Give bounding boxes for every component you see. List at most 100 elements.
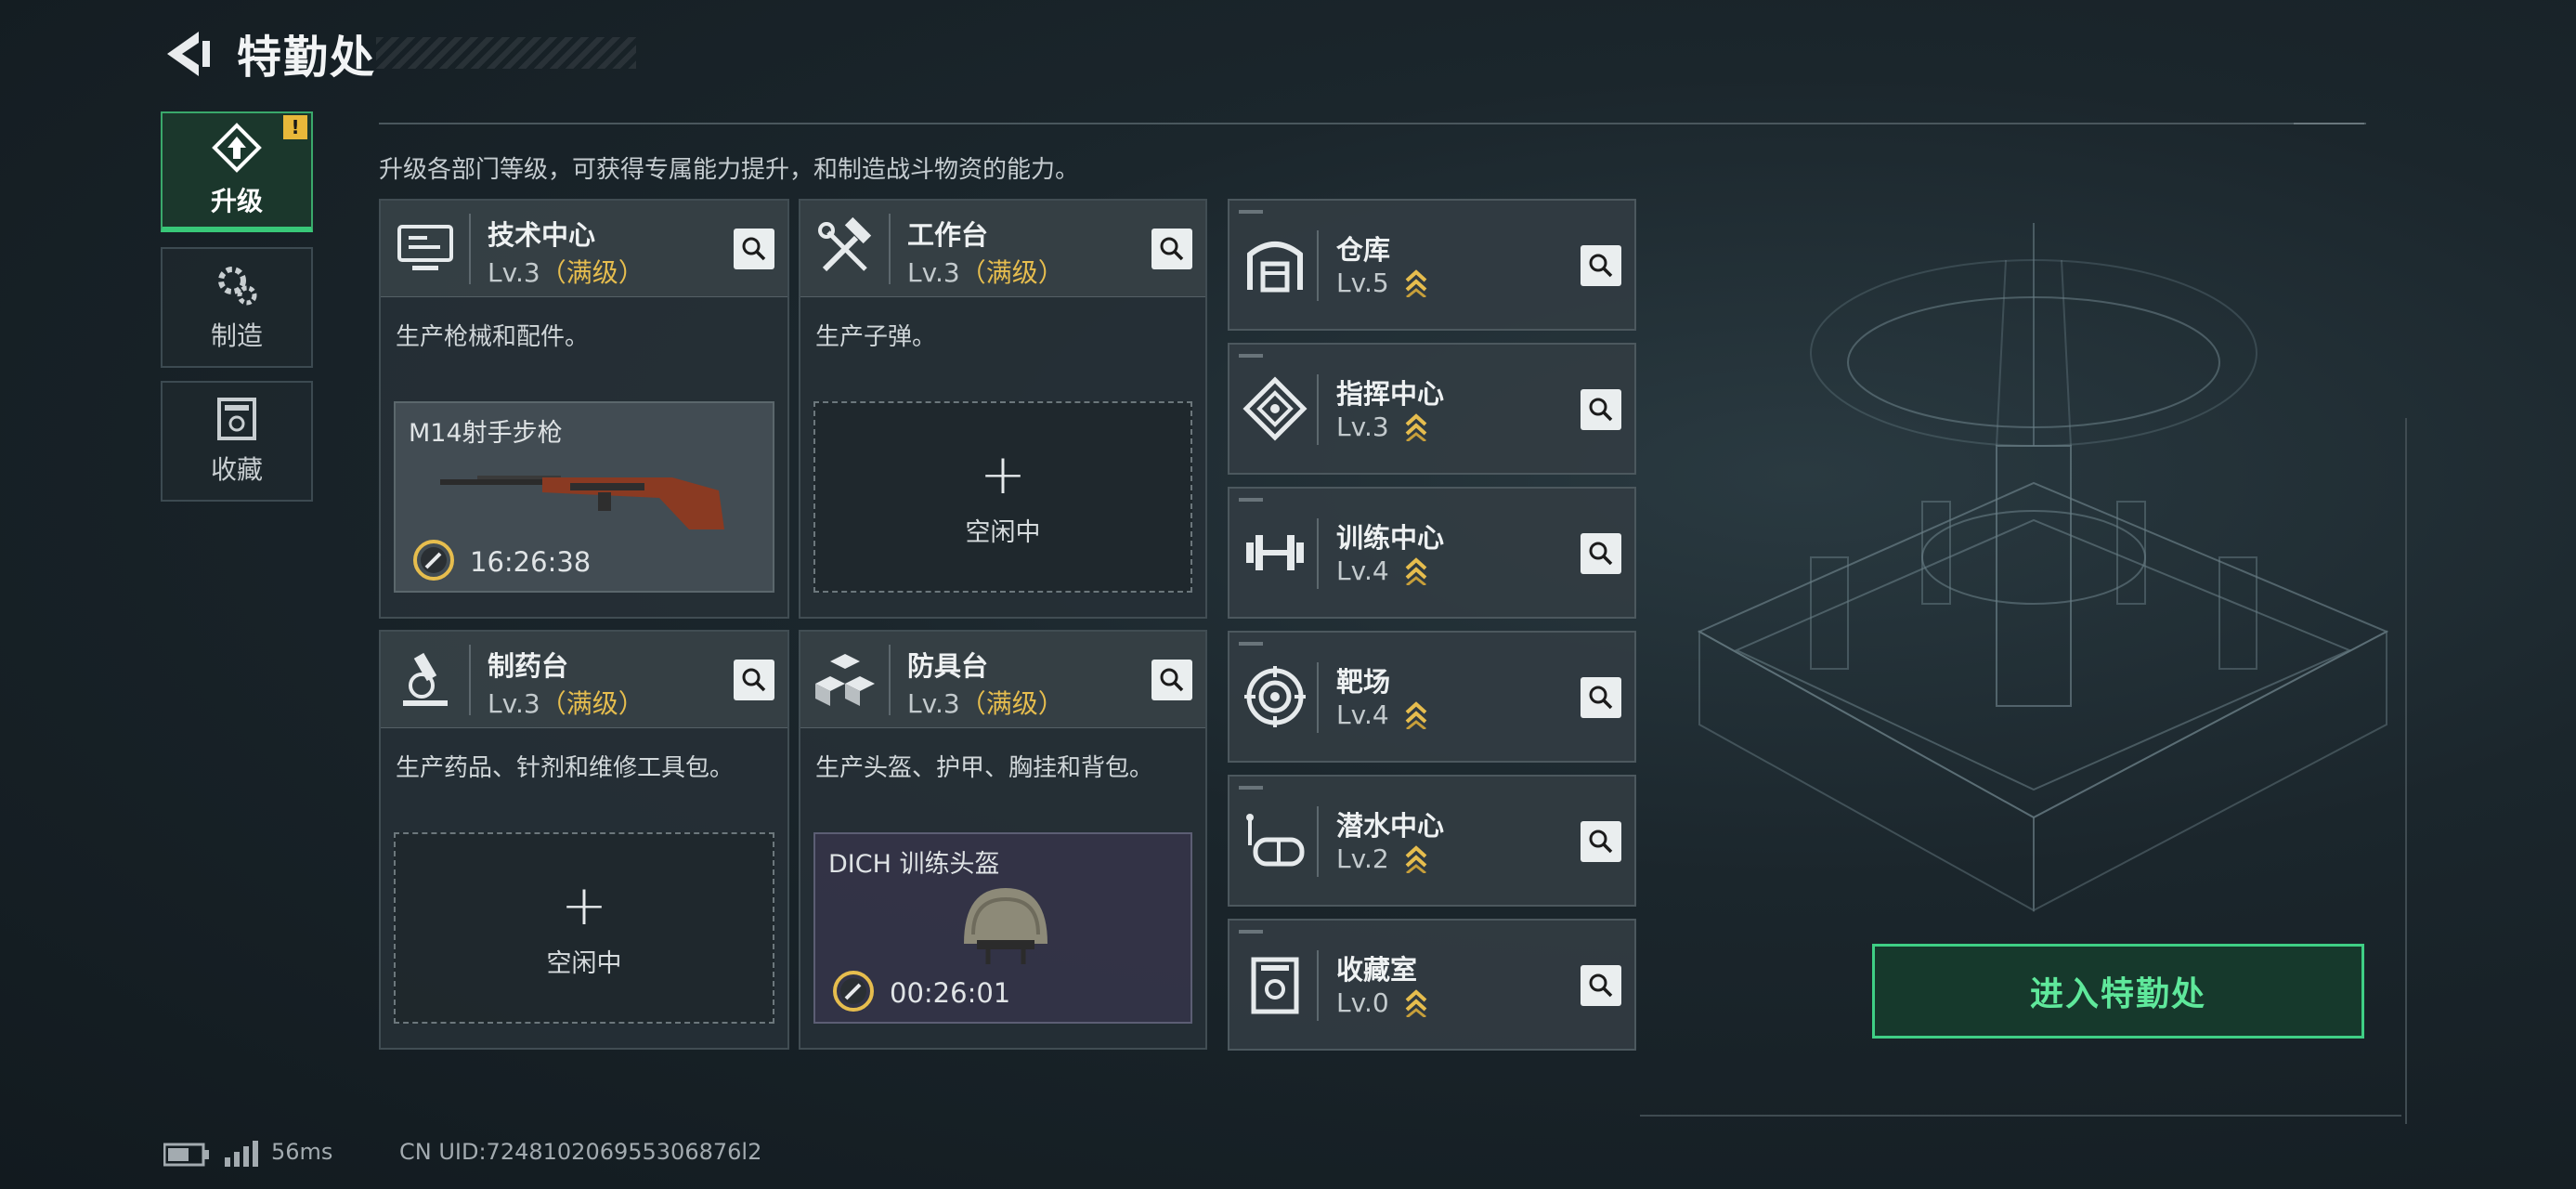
card-header: 技术中心 Lv.3（满级） xyxy=(381,201,787,297)
search-button[interactable] xyxy=(1581,821,1621,862)
armor-boxes-icon xyxy=(815,654,875,706)
department-card-pharmacy[interactable]: 制药台 Lv.3（满级） 生产药品、针剂和维修工具包。 + 空闲中 xyxy=(379,630,789,1050)
search-button[interactable] xyxy=(1581,533,1621,574)
department-level: Lv.3（满级） xyxy=(488,688,644,719)
search-icon xyxy=(1589,830,1613,854)
collection-room-icon xyxy=(1251,957,1299,1014)
search-button[interactable] xyxy=(1581,389,1621,430)
facility-level: Lv.3 xyxy=(1336,412,1389,442)
facility-shooting-range[interactable]: 靶场 Lv.4 xyxy=(1228,631,1636,763)
facility-command-center[interactable]: 指挥中心 Lv.3 xyxy=(1228,343,1636,475)
facility-level: Lv.5 xyxy=(1336,268,1389,298)
wrench-timer-icon xyxy=(833,971,874,1012)
production-slot[interactable]: DICH 训练头盔 00:26:01 xyxy=(813,832,1192,1024)
facility-warehouse[interactable]: 仓库 Lv.5 xyxy=(1228,199,1636,331)
search-button[interactable] xyxy=(1581,965,1621,1006)
department-level: Lv.3（满级） xyxy=(907,688,1064,719)
intro-text: 升级各部门等级，可获得专属能力提升，和制造战斗物资的能力。 xyxy=(379,156,1080,184)
warehouse-icon xyxy=(1247,242,1303,293)
battery-icon xyxy=(163,1143,209,1167)
back-arrow-icon xyxy=(167,32,210,76)
wrench-timer-icon xyxy=(413,540,454,581)
dumbbell-icon xyxy=(1246,535,1304,570)
facility-level: Lv.2 xyxy=(1336,843,1389,874)
tab-craft[interactable]: 制造 xyxy=(161,247,313,368)
search-button[interactable] xyxy=(1151,660,1192,700)
ping-readout: 56ms xyxy=(271,1139,333,1165)
search-button[interactable] xyxy=(1151,229,1192,269)
collection-icon xyxy=(217,398,256,440)
production-slot[interactable]: M14射手步枪 16:26:38 xyxy=(394,401,774,593)
helmet-icon xyxy=(964,888,1047,964)
department-description: 生产枪械和配件。 xyxy=(396,323,590,351)
title-decoration xyxy=(376,37,636,69)
gears-icon xyxy=(218,267,257,306)
user-uid: CN UID:724810206955306876l2 xyxy=(399,1139,762,1165)
signal-icon xyxy=(225,1141,258,1167)
department-card-armor-bench[interactable]: 防具台 Lv.3（满级） 生产头盔、护甲、胸挂和背包。 DICH 训练头盔 00… xyxy=(799,630,1207,1050)
idle-label: 空闲中 xyxy=(546,948,622,978)
search-icon xyxy=(1160,237,1184,261)
department-name: 技术中心 xyxy=(488,219,596,251)
department-card-tech-center[interactable]: 技术中心 Lv.3（满级） 生产枪械和配件。 M14射手步枪 16:26:38 xyxy=(379,199,789,619)
facility-training-center[interactable]: 训练中心 Lv.4 xyxy=(1228,487,1636,619)
upgrade-arrow-icon xyxy=(1405,701,1427,729)
facility-illustration xyxy=(1697,223,2389,912)
back-button[interactable] xyxy=(160,26,215,82)
upgrade-arrow-icon xyxy=(1405,557,1427,585)
facility-name: 仓库 xyxy=(1336,234,1391,266)
alert-badge: ! xyxy=(283,115,307,139)
command-icon xyxy=(1242,376,1308,441)
facility-level: Lv.0 xyxy=(1336,987,1389,1018)
facility-collection-room[interactable]: 收藏室 Lv.0 xyxy=(1228,919,1636,1051)
empty-production-slot[interactable]: + 空闲中 xyxy=(394,832,774,1024)
search-icon xyxy=(742,237,766,261)
search-icon xyxy=(1589,973,1613,998)
department-level: Lv.3（满级） xyxy=(907,257,1064,288)
department-level: Lv.3（满级） xyxy=(488,257,644,288)
frame-line-bottom xyxy=(1640,1115,2401,1117)
page-title: 特勤处 xyxy=(237,32,377,84)
search-icon xyxy=(1589,542,1613,566)
header-divider-accent xyxy=(2294,123,2364,124)
search-button[interactable] xyxy=(734,229,774,269)
department-name: 工作台 xyxy=(907,219,989,251)
tab-label: 收藏 xyxy=(210,454,263,485)
facility-level: Lv.4 xyxy=(1336,699,1389,730)
search-button[interactable] xyxy=(1581,677,1621,718)
idle-label: 空闲中 xyxy=(965,517,1041,547)
enter-special-ops-button[interactable]: 进入特勤处 xyxy=(1872,944,2364,1039)
facility-name: 潜水中心 xyxy=(1336,810,1445,842)
upgrade-arrow-icon xyxy=(1405,989,1427,1017)
header-divider xyxy=(379,123,2366,124)
upgrade-arrow-icon xyxy=(1405,413,1427,441)
production-timer: 00:26:01 xyxy=(890,977,1011,1009)
microscope-icon xyxy=(403,652,448,706)
tools-icon xyxy=(818,217,872,272)
department-card-workbench[interactable]: 工作台 Lv.3（满级） 生产子弹。 + 空闲中 xyxy=(799,199,1207,619)
search-icon xyxy=(1589,686,1613,710)
empty-production-slot[interactable]: + 空闲中 xyxy=(813,401,1192,593)
tab-label: 制造 xyxy=(210,320,263,351)
department-description: 生产头盔、护甲、胸挂和背包。 xyxy=(815,754,1154,782)
search-button[interactable] xyxy=(1581,245,1621,286)
upgrade-icon xyxy=(212,123,262,173)
department-name: 制药台 xyxy=(488,650,569,682)
item-name: M14射手步枪 xyxy=(409,419,563,448)
target-icon xyxy=(1244,666,1306,727)
facility-dive-center[interactable]: 潜水中心 Lv.2 xyxy=(1228,775,1636,907)
tab-collection[interactable]: 收藏 xyxy=(161,381,313,502)
tab-label: 升级 xyxy=(210,186,263,216)
rifle-icon xyxy=(440,476,724,529)
department-description: 生产药品、针剂和维修工具包。 xyxy=(396,754,735,782)
facility-name: 训练中心 xyxy=(1336,522,1445,554)
production-timer: 16:26:38 xyxy=(470,546,592,578)
search-button[interactable] xyxy=(734,660,774,700)
search-icon xyxy=(1589,398,1613,422)
search-icon xyxy=(1160,668,1184,692)
tab-upgrade[interactable]: ! 升级 xyxy=(161,111,313,232)
computer-icon xyxy=(397,225,453,270)
dive-mask-icon xyxy=(1246,814,1305,867)
plus-icon: + xyxy=(560,872,608,938)
upgrade-arrow-icon xyxy=(1405,269,1427,297)
